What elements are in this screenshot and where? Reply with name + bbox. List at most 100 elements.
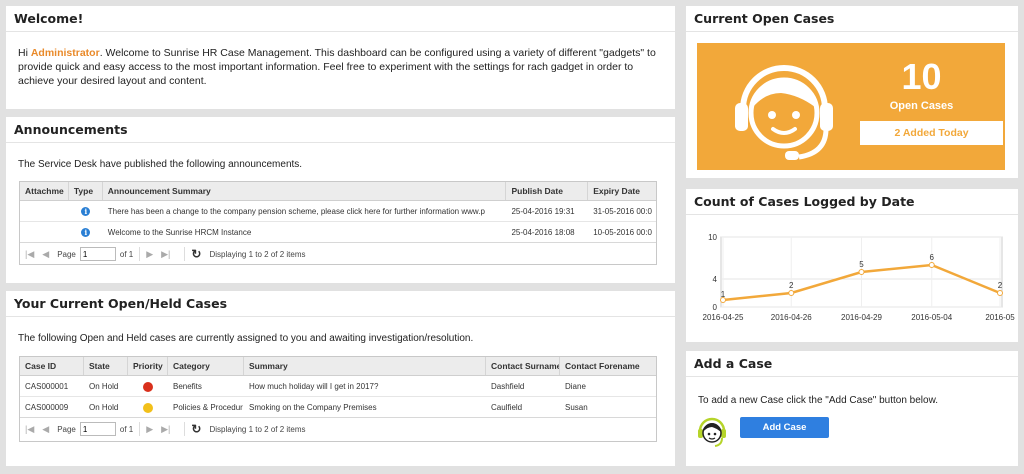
announcements-panel: Announcements The Service Desk have publ…: [6, 117, 675, 283]
chart-panel: Count of Cases Logged by Date 0 4 10 2016-…: [686, 189, 1018, 342]
cases-line-chart[interactable]: 0 4 10 2016-04-25 2016-04-26 2016-04-29 2016-…: [686, 216, 1018, 341]
page-input[interactable]: [79, 422, 116, 436]
col-summary[interactable]: Announcement Summary: [103, 182, 507, 200]
welcome-text: Hi Administrator. Welcome to Sunrise HR …: [6, 46, 675, 88]
data-point[interactable]: [928, 262, 935, 268]
table-row[interactable]: i There has been a change to the company…: [20, 201, 656, 222]
data-point[interactable]: [997, 290, 1003, 296]
cases-intro: The following Open and Held cases are cu…: [18, 333, 474, 344]
announcements-header: Attachme Type Announcement Summary Publi…: [20, 182, 656, 201]
announcements-title: Announcements: [6, 117, 675, 143]
add-case-text: To add a new Case click the "Add Case" b…: [698, 395, 939, 406]
last-page-icon[interactable]: ▶|: [161, 249, 170, 260]
page-label: Page: [57, 249, 76, 259]
table-row[interactable]: CAS000001 On Hold Benefits How much holi…: [20, 376, 656, 397]
announcements-grid: Attachme Type Announcement Summary Publi…: [19, 181, 657, 265]
col-contact-surname[interactable]: Contact Surname: [486, 357, 560, 375]
case-state: On Hold: [89, 382, 119, 391]
announcements-pager: |◀ ◀ Page of 1 ▶ ▶| ↻ Displaying 1 to 2 …: [20, 243, 656, 265]
welcome-hi: Hi: [18, 47, 28, 59]
announcements-intro: The Service Desk have published the foll…: [18, 159, 303, 170]
prev-page-icon[interactable]: ◀: [42, 249, 49, 260]
cases-title: Your Current Open/Held Cases: [6, 291, 675, 317]
data-label: 6: [930, 253, 935, 262]
x-tick-label: 2016-04-29: [841, 313, 882, 322]
added-today-badge[interactable]: 2 Added Today: [860, 121, 1003, 145]
table-row[interactable]: i Welcome to the Sunrise HRCM Instance 2…: [20, 222, 656, 243]
next-page-icon[interactable]: ▶: [146, 249, 153, 260]
publish-date: 25-04-2016 18:08: [511, 228, 575, 237]
contact-forename: Susan: [565, 403, 588, 412]
col-expiry-date[interactable]: Expiry Date: [588, 182, 656, 200]
username-link[interactable]: Administrator: [31, 47, 100, 59]
add-case-panel: Add a Case To add a new Case click the "…: [686, 351, 1018, 466]
contact-forename: Diane: [565, 382, 586, 391]
open-cases-panel: Current Open Cases 10 Open Cases 2 Added…: [686, 6, 1018, 178]
page-label: Page: [57, 424, 76, 434]
support-agent-icon: [698, 417, 726, 447]
case-summary[interactable]: How much holiday will I get in 2017?: [244, 376, 486, 396]
col-summary[interactable]: Summary: [244, 357, 486, 375]
first-page-icon[interactable]: |◀: [25, 424, 34, 435]
table-row[interactable]: CAS000009 On Hold Policies & Procedur Sm…: [20, 397, 656, 418]
x-tick-label: 2016-04-26: [771, 313, 812, 322]
x-tick-label: 2016-05-04: [911, 313, 952, 322]
data-point[interactable]: [858, 269, 865, 275]
case-summary[interactable]: Smoking on the Company Premises: [244, 397, 486, 417]
publish-date: 25-04-2016 19:31: [511, 207, 575, 216]
contact-surname: Dashfield: [491, 382, 525, 391]
y-tick-label: 4: [713, 275, 718, 284]
x-tick-label: 2016-05: [985, 313, 1015, 322]
col-category[interactable]: Category: [168, 357, 244, 375]
announcement-summary[interactable]: There has been a change to the company p…: [103, 201, 507, 221]
last-page-icon[interactable]: ▶|: [161, 424, 170, 435]
first-page-icon[interactable]: |◀: [25, 249, 34, 260]
open-cases-count: 10: [901, 56, 942, 97]
priority-dot-icon: [143, 381, 153, 392]
col-attachment[interactable]: Attachme: [20, 182, 69, 200]
open-cases-label: Open Cases: [889, 100, 954, 112]
cases-grid: Case ID State Priority Category Summary …: [19, 356, 657, 442]
pager-display: Displaying 1 to 2 of 2 items: [209, 249, 306, 259]
col-priority[interactable]: Priority: [128, 357, 168, 375]
case-state: On Hold: [89, 403, 119, 412]
prev-page-icon[interactable]: ◀: [42, 424, 49, 435]
data-label: 1: [721, 290, 726, 299]
info-icon: i: [81, 228, 91, 237]
announcement-summary[interactable]: Welcome to the Sunrise HRCM Instance: [103, 222, 507, 242]
welcome-body: . Welcome to Sunrise HR Case Management.…: [18, 47, 656, 87]
cases-pager: |◀ ◀ Page of 1 ▶ ▶| ↻ Displaying 1 to 2 …: [20, 418, 656, 440]
add-case-button[interactable]: Add Case: [740, 417, 829, 438]
y-tick-label: 10: [708, 233, 717, 242]
col-type[interactable]: Type: [69, 182, 103, 200]
page-input[interactable]: [79, 247, 116, 261]
col-case-id[interactable]: Case ID: [20, 357, 84, 375]
case-category: Policies & Procedur: [173, 403, 243, 412]
expiry-date: 31-05-2016 00:0: [593, 207, 652, 216]
data-label: 2: [998, 281, 1003, 290]
data-label: 2: [789, 281, 794, 290]
open-cases-card[interactable]: 10 Open Cases 2 Added Today: [697, 43, 1005, 170]
priority-dot-icon: [143, 402, 153, 413]
data-label: 5: [859, 260, 864, 269]
cases-header: Case ID State Priority Category Summary …: [20, 357, 656, 376]
data-point[interactable]: [788, 290, 795, 296]
add-case-title: Add a Case: [686, 351, 1018, 377]
chart-title: Count of Cases Logged by Date: [686, 189, 1018, 215]
page-count: of 1: [119, 249, 134, 259]
page-count: of 1: [119, 424, 134, 434]
col-publish-date[interactable]: Publish Date: [506, 182, 589, 200]
pager-display: Displaying 1 to 2 of 2 items: [209, 424, 306, 434]
refresh-icon[interactable]: ↻: [191, 422, 201, 436]
open-cases-title: Current Open Cases: [686, 6, 1018, 32]
case-id[interactable]: CAS000009: [20, 397, 84, 417]
cases-panel: Your Current Open/Held Cases The followi…: [6, 291, 675, 466]
case-category: Benefits: [173, 382, 202, 391]
contact-surname: Caulfield: [491, 403, 523, 412]
next-page-icon[interactable]: ▶: [146, 424, 153, 435]
col-contact-forename[interactable]: Contact Forename: [560, 357, 656, 375]
col-state[interactable]: State: [84, 357, 128, 375]
case-id[interactable]: CAS000001: [20, 376, 84, 396]
welcome-title: Welcome!: [6, 6, 675, 32]
refresh-icon[interactable]: ↻: [191, 247, 201, 261]
